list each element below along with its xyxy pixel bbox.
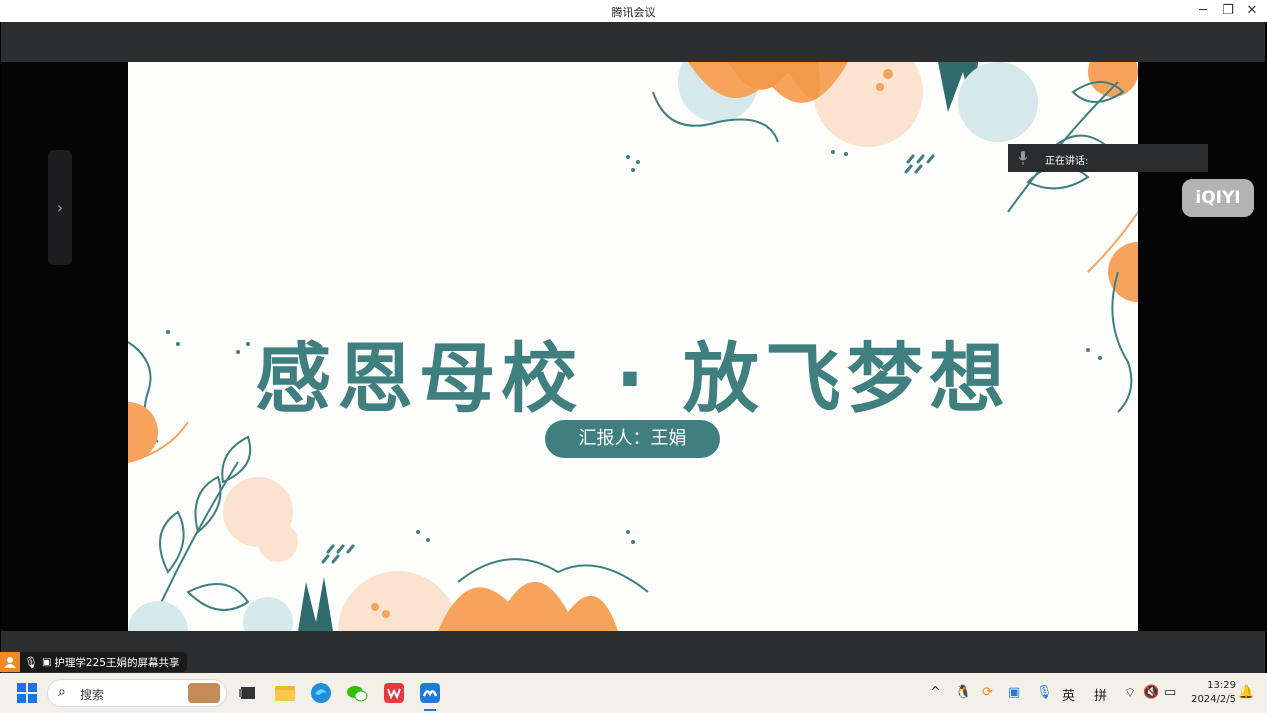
wifi-icon[interactable]: ⌔ (1124, 685, 1136, 701)
volume-muted-icon[interactable]: 🔇 (1143, 685, 1159, 700)
file-explorer-button[interactable] (273, 681, 297, 705)
speaking-indicator: 正在讲话: (1008, 144, 1208, 172)
restore-button[interactable]: ❐ (1217, 2, 1239, 20)
wechat-button[interactable] (345, 681, 369, 705)
active-app-indicator (424, 709, 436, 711)
task-view-button[interactable] (236, 681, 260, 705)
search-placeholder: 搜索 (80, 688, 105, 702)
close-icon: ✕ (1246, 3, 1258, 18)
microphone-icon: 🎙 (24, 655, 38, 669)
start-button[interactable] (15, 681, 39, 705)
screen-share-label: 🎙 ▣ 护理学225王娟的屏幕共享 (0, 652, 188, 672)
chevron-right-icon: › (56, 198, 64, 217)
windows-icon (17, 683, 37, 703)
tray-overflow-chevron-icon[interactable]: ^ (930, 685, 941, 700)
taskbar-search[interactable]: ⌕ 搜索 (47, 679, 227, 707)
tencent-meeting-button[interactable] (418, 681, 442, 705)
task-view-icon (239, 687, 255, 699)
wps-icon (384, 683, 404, 703)
wps-button[interactable] (382, 681, 406, 705)
shared-slide: 感恩母校 · 放飞梦想 汇报人：王娟 (128, 62, 1138, 631)
taskbar: ⌕ 搜索 ^ 🐧 ⟳ ▣ 🎙 英 拼 ⌔ 🔇 ▭ 13:29 2024/2/5 … (0, 673, 1267, 713)
search-highlight-icon (188, 683, 220, 703)
minimize-icon: ─ (1199, 3, 1207, 18)
speaking-label: 正在讲话: (1045, 156, 1089, 167)
minimize-button[interactable]: ─ (1192, 2, 1214, 20)
restore-icon: ❐ (1222, 3, 1234, 18)
sync-icon[interactable]: ⟳ (982, 685, 993, 700)
folder-icon (275, 686, 295, 701)
qq-icon[interactable]: 🐧 (955, 685, 971, 700)
tencent-meeting-icon (420, 683, 440, 703)
close-button[interactable]: ✕ (1241, 2, 1263, 20)
input-language-english[interactable]: 英 (1062, 685, 1075, 704)
tencent-meeting-tray-icon[interactable]: ▣ (1008, 685, 1020, 700)
battery-icon[interactable]: ▭ (1164, 685, 1176, 700)
screen-share-icon: ▣ (41, 656, 52, 668)
title-bar: 腾讯会议 ─ ❐ ✕ (0, 0, 1267, 22)
top-toolbar-area (1, 22, 1265, 62)
clock-date: 2024/2/5 (1191, 694, 1236, 705)
iqiyi-logo: iQIYI (1182, 179, 1254, 217)
window-title: 腾讯会议 (611, 6, 656, 19)
reporter-badge: 汇报人：王娟 (545, 420, 720, 458)
slide-title: 感恩母校 · 放飞梦想 (255, 334, 1011, 423)
edge-button[interactable] (309, 681, 333, 705)
share-label-text: 护理学225王娟的屏幕共享 (54, 656, 180, 669)
user-icon (0, 652, 20, 672)
input-method-pinyin[interactable]: 拼 (1094, 685, 1107, 704)
clock[interactable]: 13:29 2024/2/5 (1186, 679, 1236, 707)
search-icon: ⌕ (58, 684, 66, 700)
wechat-icon (347, 686, 368, 702)
microphone-tray-icon[interactable]: 🎙 (1036, 685, 1053, 700)
left-letterbox (1, 62, 128, 631)
edge-icon (311, 683, 331, 703)
notification-bell-icon[interactable]: 🔔 (1238, 685, 1254, 700)
clock-time: 13:29 (1207, 680, 1236, 691)
bottom-toolbar-area (1, 631, 1265, 673)
expand-panel-handle[interactable]: › (48, 150, 72, 265)
microphone-icon (1018, 151, 1028, 165)
